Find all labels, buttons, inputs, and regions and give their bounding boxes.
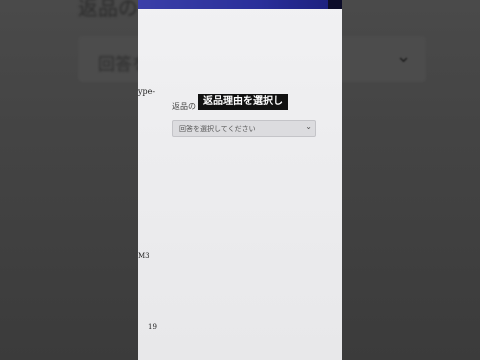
- video-frame: 返品の 回答を ⌄ ype- M3 19 返品の 回答を選択してください ⌄ 返…: [0, 0, 480, 360]
- select-placeholder: 回答を選択してください: [179, 125, 256, 133]
- phone-top-bar: [138, 0, 342, 9]
- return-reason-label: 返品の: [172, 102, 196, 111]
- cut-off-text-19: 19: [148, 323, 157, 331]
- background-title-text: 返品の: [78, 0, 138, 20]
- cut-off-text-ype: ype-: [138, 87, 156, 96]
- chevron-down-icon: ⌄: [396, 46, 412, 67]
- cut-off-text-m3: M3: [138, 252, 150, 260]
- phone-top-bar-corner: [328, 0, 342, 9]
- video-caption: 返品理由を選択し: [198, 94, 288, 110]
- chevron-down-icon: ⌄: [305, 122, 312, 131]
- return-reason-select[interactable]: 回答を選択してください ⌄: [172, 120, 316, 137]
- phone-screen: ype- M3 19 返品の 回答を選択してください ⌄: [138, 0, 342, 360]
